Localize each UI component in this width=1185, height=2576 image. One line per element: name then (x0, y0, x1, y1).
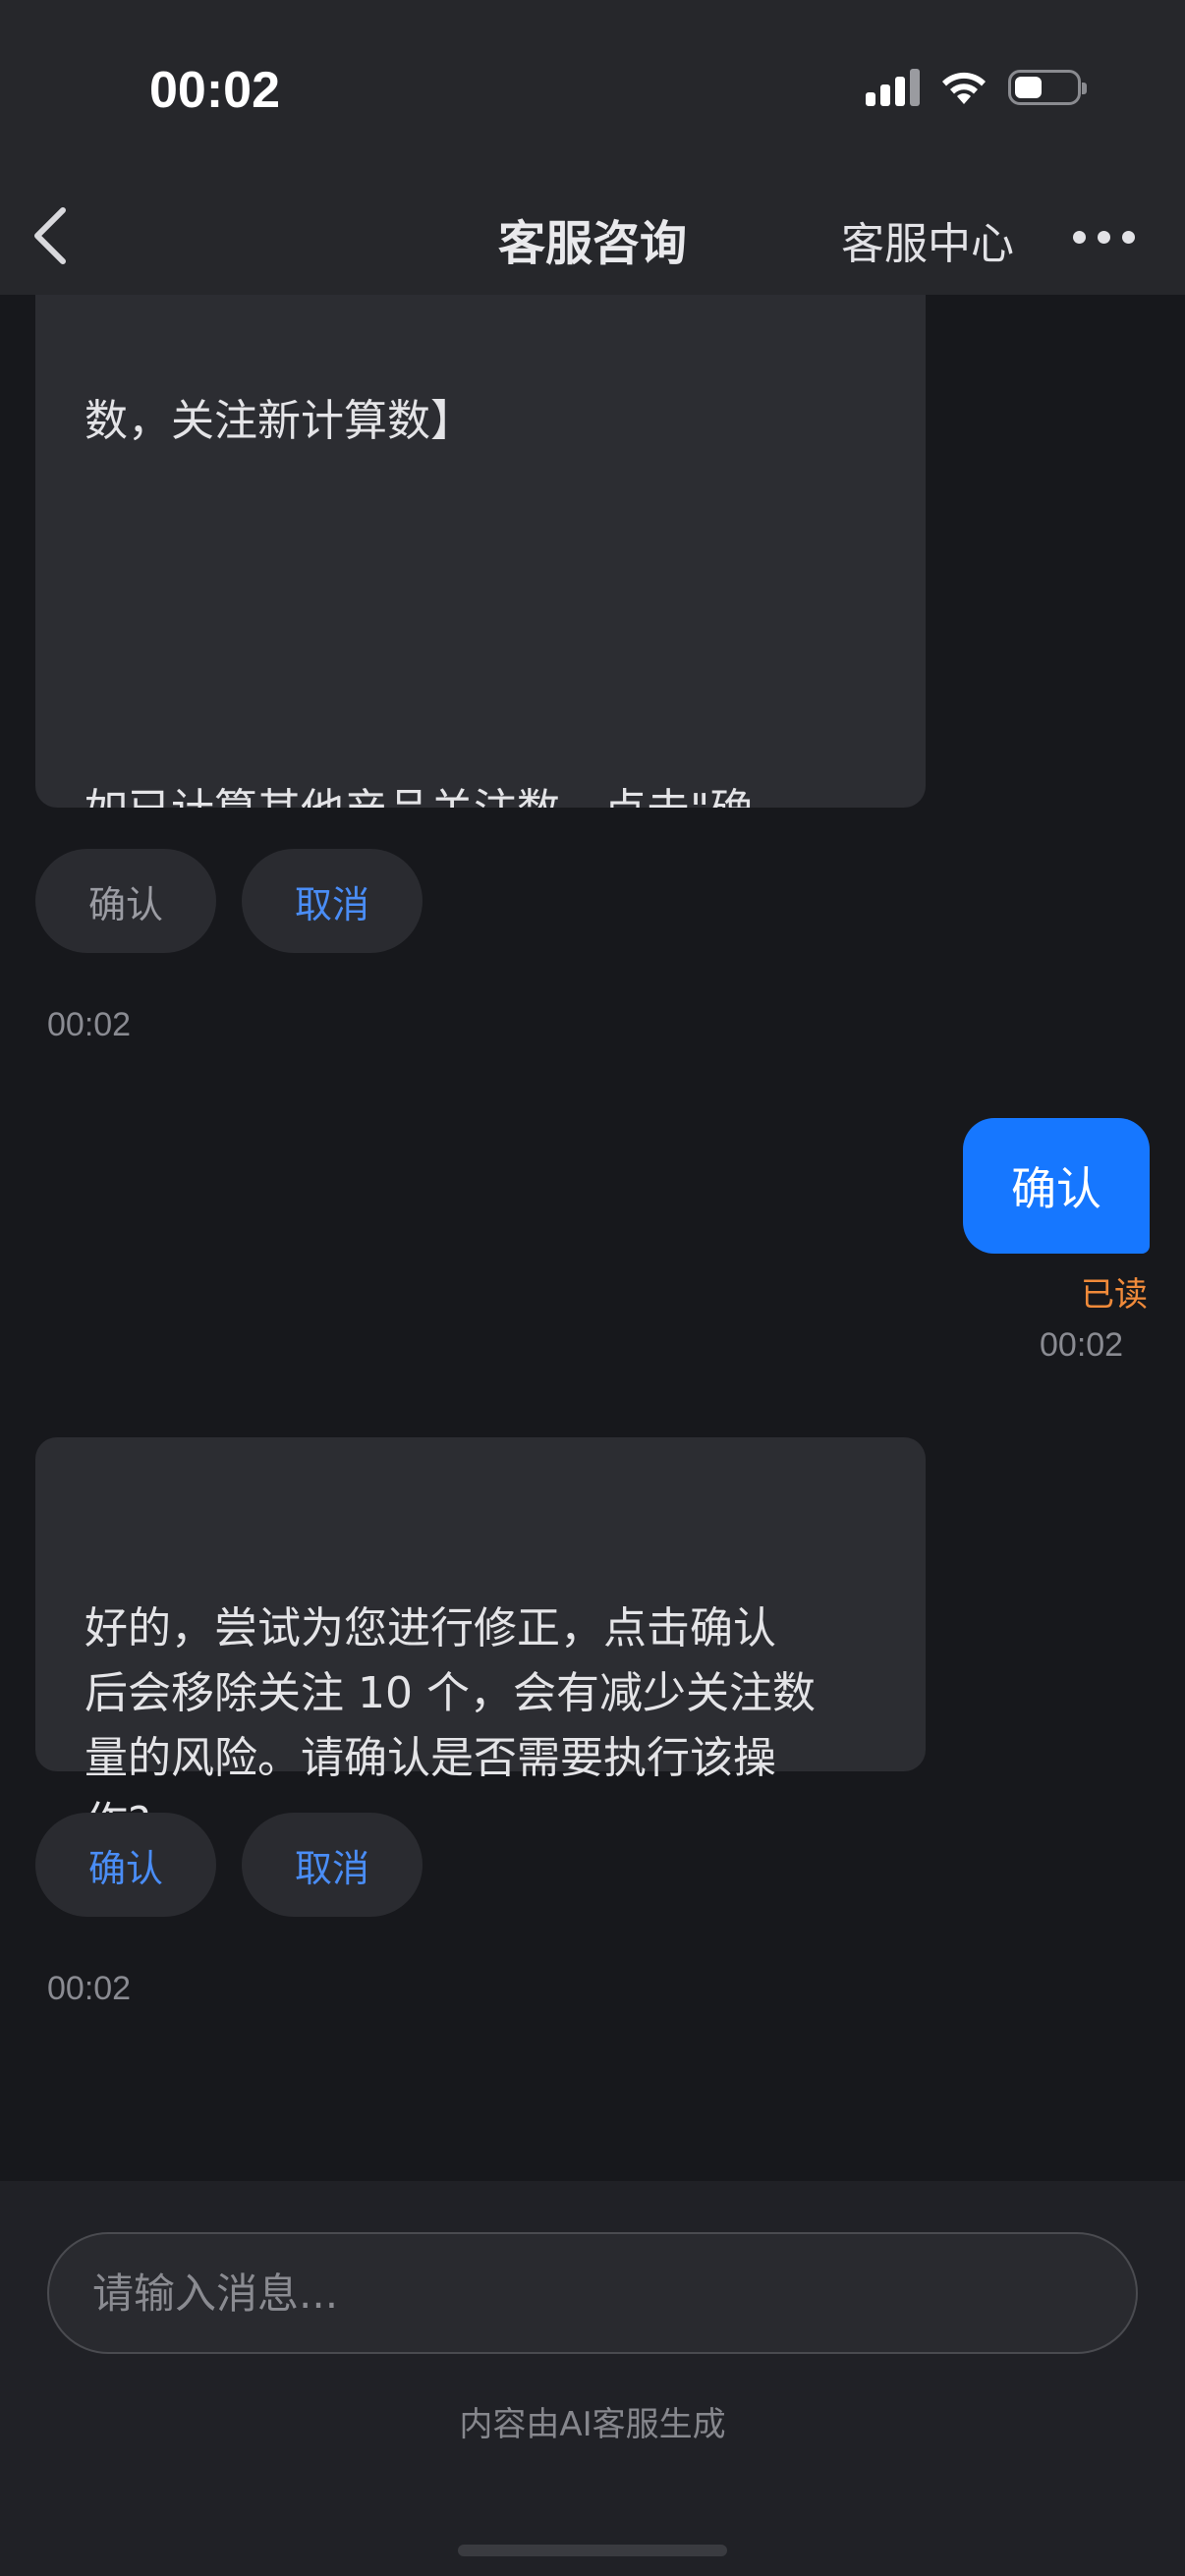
more-button[interactable] (1073, 212, 1152, 261)
status-time: 00:02 (149, 62, 280, 119)
ai-disclaimer: 内容由AI客服生成 (459, 2405, 726, 2444)
more-horizontal-icon (1073, 230, 1086, 244)
confirm-button[interactable]: 确认 (35, 1813, 216, 1917)
cancel-button[interactable]: 取消 (242, 849, 423, 953)
message-timestamp: 00:02 (47, 1970, 132, 2007)
status-bar: 00:02 (0, 0, 1185, 177)
chevron-left-icon (34, 207, 66, 264)
battery-level (1015, 77, 1042, 98)
message-text-spacer (85, 584, 876, 648)
cancel-button[interactable]: 取消 (242, 1813, 423, 1917)
service-center-link[interactable]: 客服中心 (841, 208, 1014, 271)
confirm-button[interactable]: 确认 (35, 849, 216, 953)
back-button[interactable] (26, 196, 85, 275)
message-text-partial: 数，关注新计算数】 (85, 396, 474, 446)
read-status: 已读 (1081, 1275, 1148, 1315)
message-timestamp: 00:02 (47, 1006, 132, 1043)
navigation-bar: 客服咨询 客服中心 (0, 177, 1185, 295)
user-message-bubble: 确认 (963, 1118, 1150, 1254)
cellular-signal-icon (866, 69, 920, 106)
chat-messages[interactable]: 数，关注新计算数】 如已计算其他产品关注数，点击"确 认"即可进行修正。系统将保… (0, 295, 1185, 2181)
bot-message-bubble: 好的，尝试为您进行修正，点击确认 后会移除关注 10 个，会有减少关注数 量的风… (35, 1437, 926, 1848)
message-timestamp: 00:02 (1040, 1326, 1124, 1364)
composer: 内容由AI客服生成 (0, 2181, 1185, 2576)
bot-message-bubble: 数，关注新计算数】 如已计算其他产品关注数，点击"确 认"即可进行修正。系统将保… (35, 295, 926, 808)
status-icons (866, 69, 1087, 106)
message-text: 如已计算其他产品关注数，点击"确 认"即可进行修正。系统将保留有效关 注，自动取… (85, 778, 876, 808)
message-text: 好的，尝试为您进行修正，点击确认 后会移除关注 10 个，会有减少关注数 量的风… (85, 1603, 816, 1848)
wifi-icon (942, 72, 986, 104)
home-indicator (458, 2545, 727, 2556)
battery-icon (1008, 70, 1087, 105)
message-input[interactable] (47, 2232, 1138, 2354)
